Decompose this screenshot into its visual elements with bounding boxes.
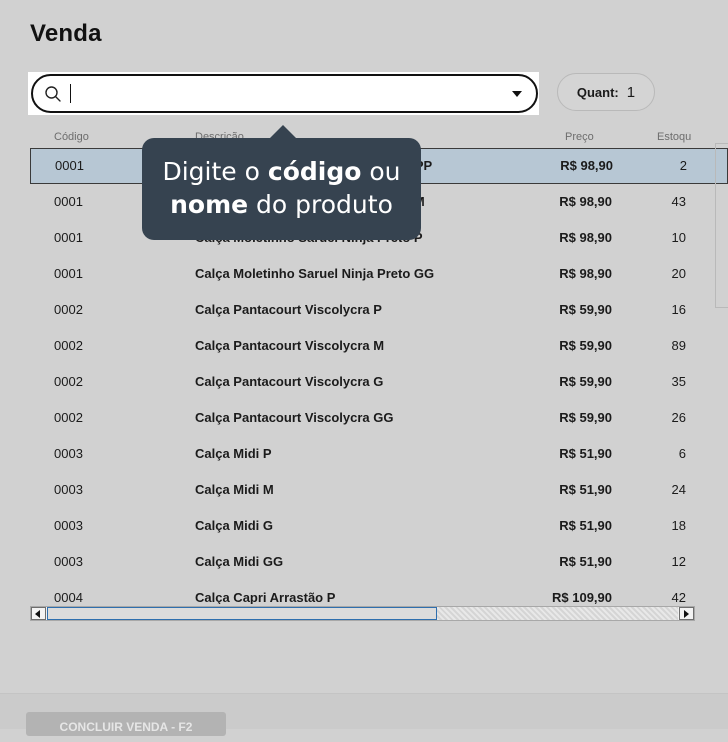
cell-code: 0001: [54, 194, 83, 209]
cell-price: R$ 59,90: [559, 302, 612, 317]
tooltip-text-3: do produto: [248, 190, 393, 219]
tooltip-bold-name: nome: [170, 190, 249, 219]
cell-price: R$ 98,90: [560, 158, 613, 173]
cell-code: 0003: [54, 554, 83, 569]
cell-description: Calça Pantacourt Viscolycra M: [195, 338, 385, 353]
cell-description: Calça Capri Arrastão P: [195, 590, 336, 604]
cell-price: R$ 59,90: [559, 338, 612, 353]
cell-price: R$ 59,90: [559, 374, 612, 389]
dropdown-arrow-icon[interactable]: [512, 91, 522, 97]
cell-price: R$ 109,90: [552, 590, 612, 604]
cell-code: 0002: [54, 374, 83, 389]
cell-stock: 24: [671, 482, 686, 497]
cell-price: R$ 98,90: [559, 266, 612, 281]
tooltip-bold-code: código: [267, 157, 362, 186]
cell-code: 0002: [54, 410, 83, 425]
cell-stock: 89: [671, 338, 686, 353]
cell-stock: 42: [671, 590, 686, 604]
cell-description: Calça Pantacourt Viscolycra P: [195, 302, 382, 317]
quantity-field[interactable]: Quant: 1: [557, 73, 655, 111]
cell-description: Calça Moletinho Saruel Ninja Preto GG: [195, 266, 435, 281]
cell-stock: 43: [671, 194, 686, 209]
page-title: Venda: [30, 20, 102, 47]
cell-description: Calça Midi P: [195, 446, 272, 461]
table-row[interactable]: 0003 Calça Midi P R$ 51,90 6: [30, 436, 728, 472]
cell-code: 0003: [54, 518, 83, 533]
cell-stock: 2: [679, 158, 687, 173]
cell-price: R$ 98,90: [559, 194, 612, 209]
cell-stock: 6: [678, 446, 686, 461]
cell-stock: 35: [671, 374, 686, 389]
scrollbar-thumb[interactable]: [47, 607, 437, 620]
cell-code: 0004: [54, 590, 83, 604]
table-row[interactable]: 0002 Calça Pantacourt Viscolycra P R$ 59,9…: [30, 292, 728, 328]
cell-price: R$ 59,90: [559, 410, 612, 425]
column-header-stock[interactable]: Estoqu: [657, 131, 691, 143]
cell-price: R$ 51,90: [559, 446, 612, 461]
cell-code: 0001: [54, 230, 83, 245]
table-row[interactable]: 0003 Calça Midi G R$ 51,90 18: [30, 508, 728, 544]
cell-price: R$ 51,90: [559, 518, 612, 533]
quantity-label: Quant:: [576, 84, 619, 100]
cell-description: Calça Pantacourt Viscolycra G: [195, 374, 384, 389]
column-header-price[interactable]: Preço: [565, 131, 594, 143]
text-caret: [70, 84, 71, 103]
cell-description: Calça Midi G: [195, 518, 274, 533]
cell-code: 0002: [54, 338, 83, 353]
cell-price: R$ 98,90: [559, 230, 612, 245]
horizontal-scrollbar[interactable]: [30, 606, 695, 621]
cell-description: Calça Midi GG: [195, 554, 284, 569]
product-search-input[interactable]: [31, 74, 538, 113]
table-row[interactable]: 0004 Calça Capri Arrastão P R$ 109,90 42: [30, 580, 728, 604]
scrollbar-track[interactable]: [437, 607, 678, 620]
scroll-right-arrow-icon[interactable]: [679, 607, 694, 620]
cell-stock: 20: [671, 266, 686, 281]
cell-code: 0001: [55, 158, 84, 173]
cell-price: R$ 51,90: [559, 554, 612, 569]
column-header-code[interactable]: Código: [54, 131, 89, 143]
cell-description: Calça Pantacourt Viscolycra GG: [195, 410, 394, 425]
cell-code: 0003: [54, 482, 83, 497]
search-icon: [45, 86, 61, 102]
cell-price: R$ 51,90: [559, 482, 612, 497]
cell-code: 0003: [54, 446, 83, 461]
table-row[interactable]: 0002 Calça Pantacourt Viscolycra G R$ 59,9…: [30, 364, 728, 400]
cell-stock: 10: [671, 230, 686, 245]
cell-code: 0001: [54, 266, 83, 281]
cell-stock: 18: [671, 518, 686, 533]
tooltip-text-2: ou: [361, 157, 401, 186]
quantity-value: 1: [626, 83, 636, 101]
cell-description: Calça Midi M: [195, 482, 274, 497]
cell-stock: 16: [671, 302, 686, 317]
scroll-left-arrow-icon[interactable]: [31, 607, 46, 620]
cell-stock: 26: [671, 410, 686, 425]
table-row[interactable]: 0003 Calça Midi GG R$ 51,90 12: [30, 544, 728, 580]
table-row[interactable]: 0001 Calça Moletinho Saruel Ninja Preto G…: [30, 256, 728, 292]
finish-sale-button[interactable]: CONCLUIR VENDA - F2: [26, 712, 226, 736]
cell-stock: 12: [671, 554, 686, 569]
table-row[interactable]: 0002 Calça Pantacourt Viscolycra M R$ 59,9…: [30, 328, 728, 364]
side-panel-edge: [715, 143, 728, 308]
tooltip-text-1: Digite o: [162, 157, 268, 186]
search-hint-tooltip: Digite o código ou nome do produto: [142, 125, 421, 240]
table-row[interactable]: 0003 Calça Midi M R$ 51,90 24: [30, 472, 728, 508]
table-row[interactable]: 0002 Calça Pantacourt Viscolycra GG R$ 59,…: [30, 400, 728, 436]
cell-code: 0002: [54, 302, 83, 317]
